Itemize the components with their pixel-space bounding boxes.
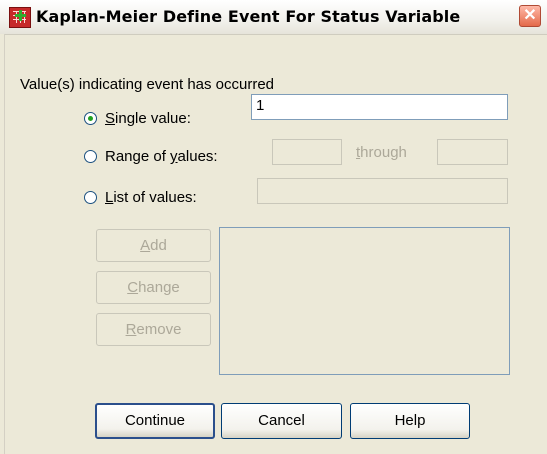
window-left-border: [0, 34, 5, 454]
add-button[interactable]: Add: [96, 229, 211, 262]
range-from-field[interactable]: [272, 139, 342, 165]
add-button-label: Add: [140, 237, 167, 254]
range-to-field[interactable]: [437, 139, 508, 165]
through-label: through: [356, 144, 407, 161]
list-of-values-label: List of values:: [105, 189, 197, 206]
range-of-values-radio[interactable]: [84, 150, 97, 163]
single-value-option[interactable]: Single value:: [84, 110, 191, 127]
change-button[interactable]: Change: [96, 271, 211, 304]
single-value-text: 1: [256, 97, 265, 114]
spss-table-icon: [9, 7, 31, 28]
change-button-label: Change: [127, 279, 180, 296]
continue-button[interactable]: Continue: [95, 403, 215, 439]
event-values-group-label: Value(s) indicating event has occurred: [20, 76, 275, 93]
range-of-values-option[interactable]: Range of yalues:: [84, 148, 218, 165]
list-of-values-option[interactable]: List of values:: [84, 189, 197, 206]
remove-button[interactable]: Remove: [96, 313, 211, 346]
single-value-radio[interactable]: [84, 112, 97, 125]
list-value-field[interactable]: [257, 178, 508, 204]
cancel-button-label: Cancel: [258, 412, 305, 429]
values-list[interactable]: [219, 227, 510, 375]
help-button[interactable]: Help: [350, 403, 470, 439]
remove-button-label: Remove: [125, 321, 182, 338]
close-button[interactable]: ✕: [519, 5, 541, 27]
help-button-label: Help: [394, 412, 426, 429]
range-of-values-label: Range of yalues:: [105, 148, 218, 165]
continue-button-label: Continue: [124, 412, 186, 429]
close-icon: ✕: [523, 7, 537, 24]
title-bar[interactable]: Kaplan-Meier Define Event For Status Var…: [0, 0, 547, 35]
cancel-button[interactable]: Cancel: [221, 403, 342, 439]
list-of-values-radio[interactable]: [84, 191, 97, 204]
single-value-label: Single value:: [105, 110, 191, 127]
window-title: Kaplan-Meier Define Event For Status Var…: [36, 7, 461, 26]
single-value-field[interactable]: 1: [251, 94, 508, 120]
